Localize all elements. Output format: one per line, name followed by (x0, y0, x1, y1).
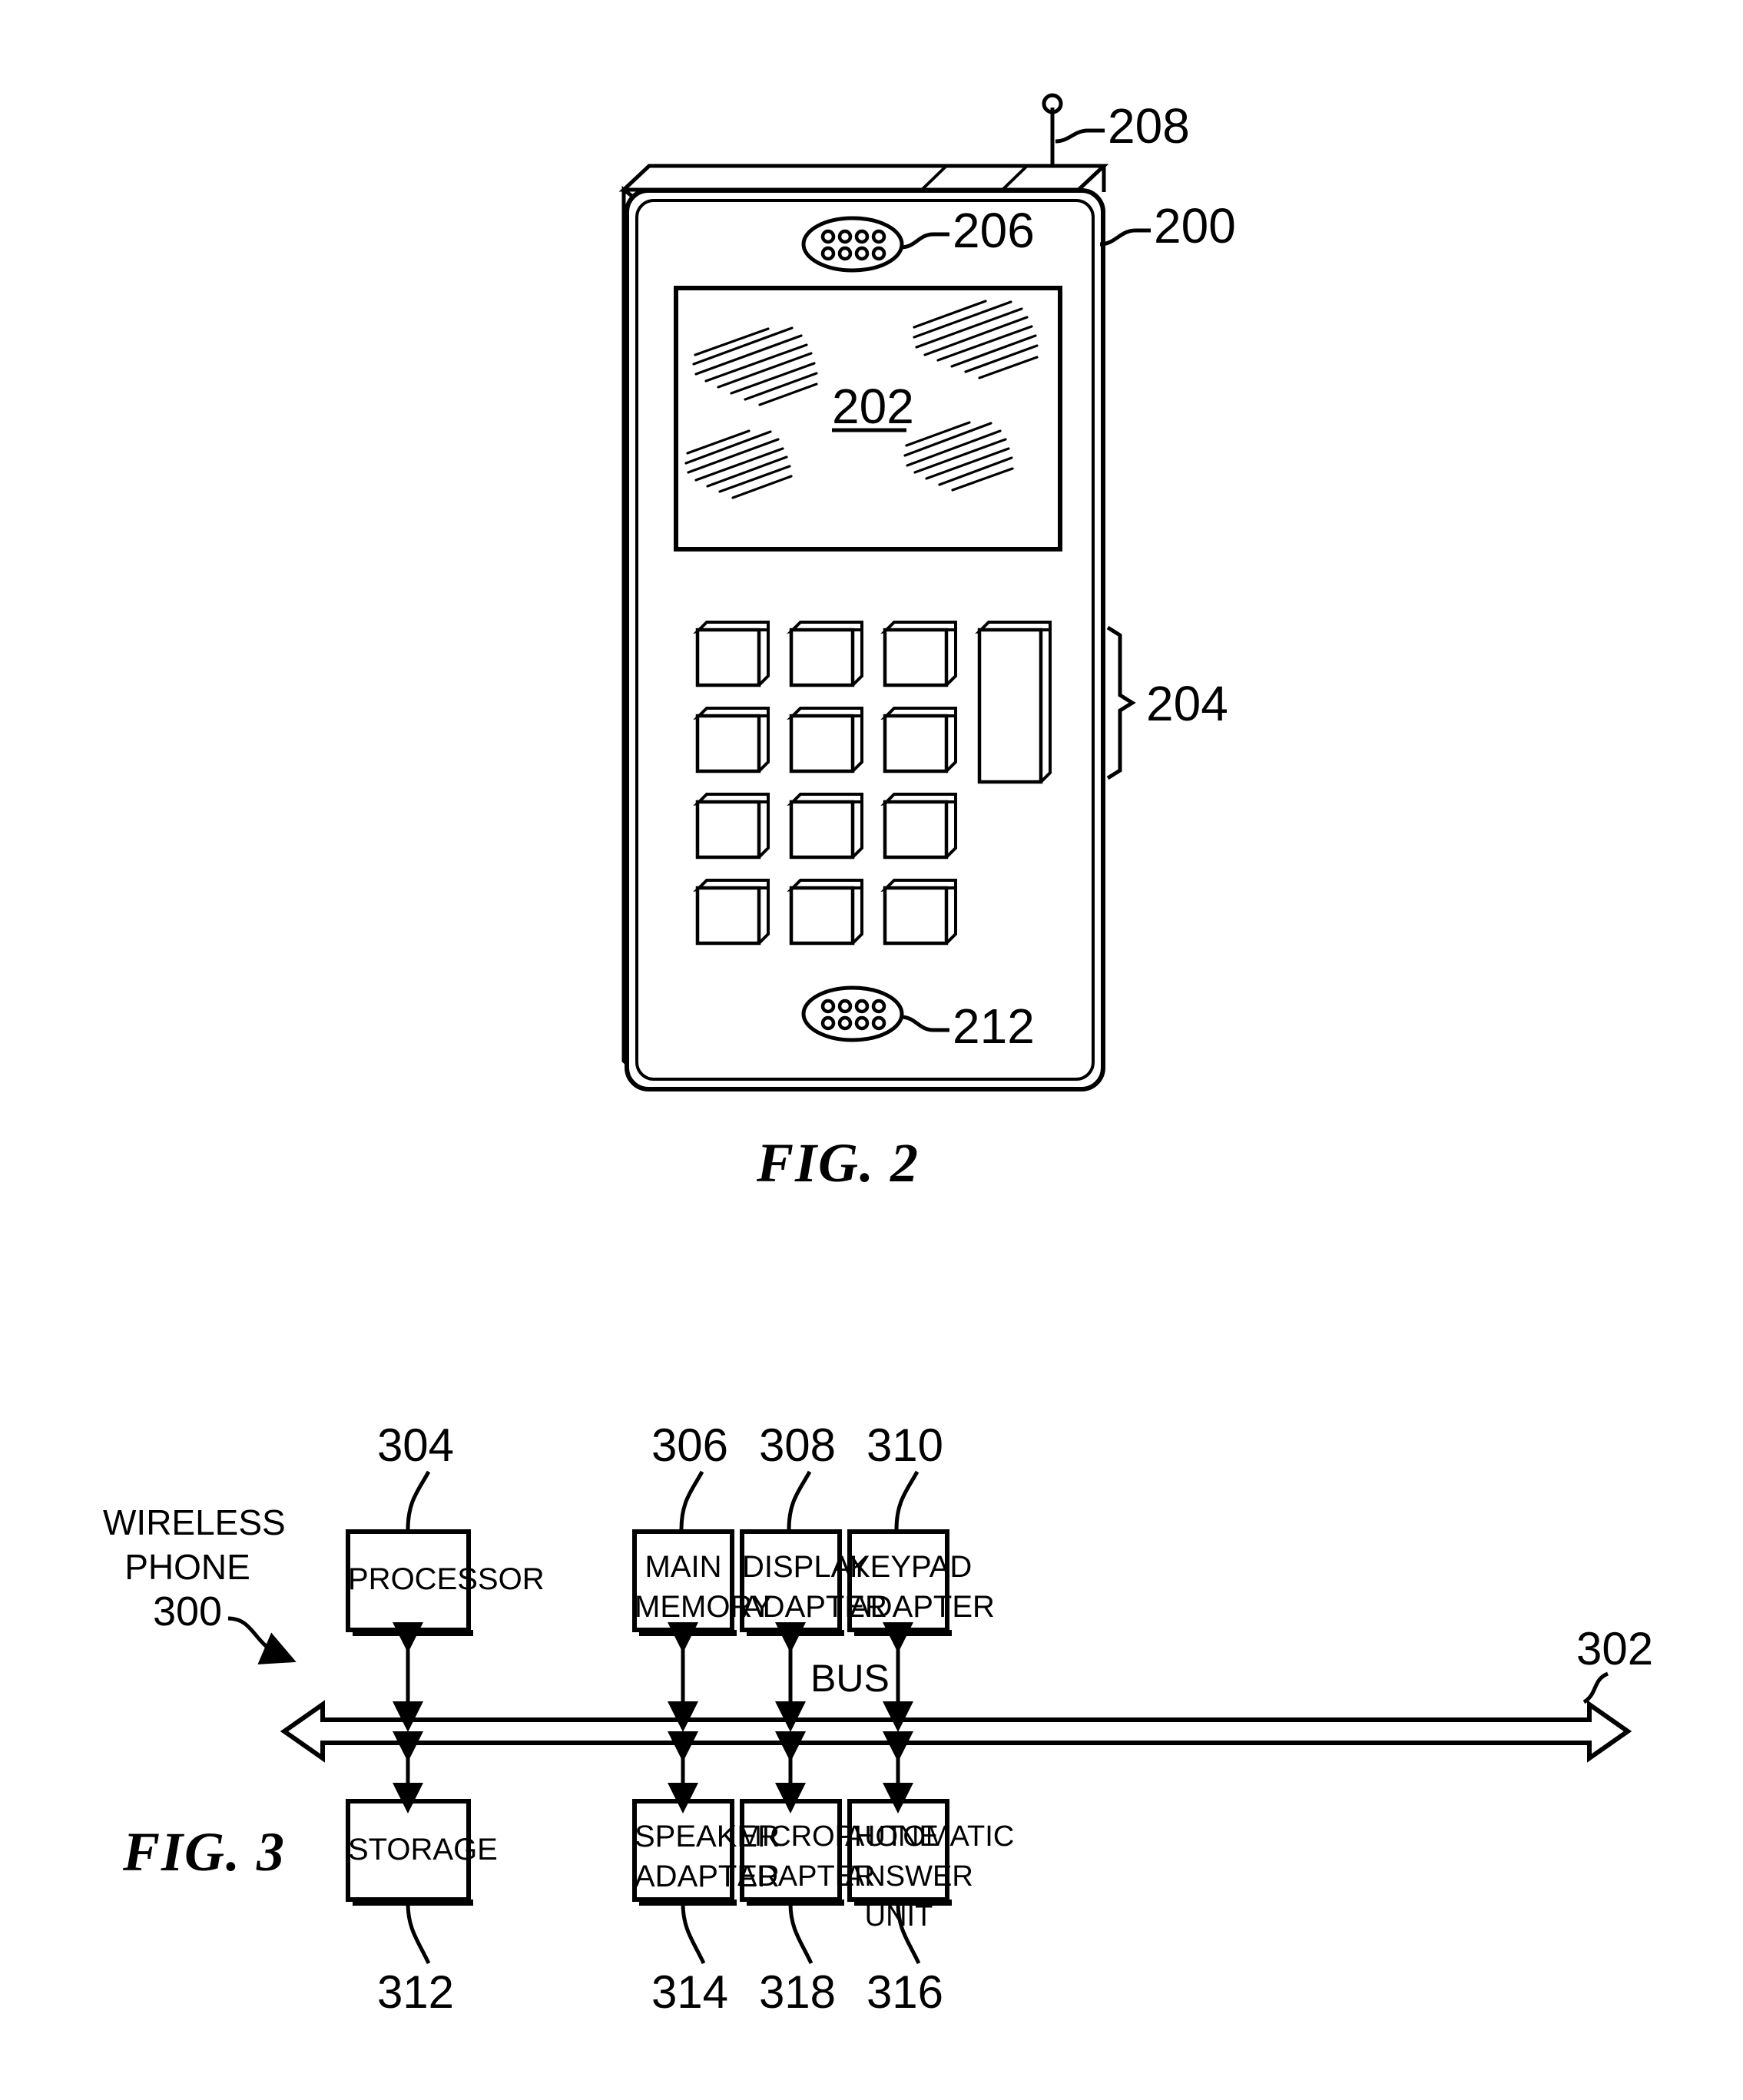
callout-label-200: 200 (1154, 198, 1236, 253)
callout-label-204: 204 (1146, 676, 1228, 731)
key (787, 879, 863, 946)
box-label-processor: PROCESSOR (348, 1562, 545, 1596)
key (880, 621, 957, 687)
bus-302 (280, 1671, 1632, 1763)
callout-label-212: 212 (953, 999, 1035, 1054)
patent-drawing-sheet: 208 200 206 202 204 212 FIG. 2 WIRELESS … (0, 0, 1743, 2100)
box-label-keypad-adapter: KEYPAD ADAPTER (850, 1547, 995, 1627)
key (787, 793, 863, 860)
ref-number-312: 312 (376, 1966, 455, 2018)
ref-number-308: 308 (758, 1419, 837, 1471)
box-label-speaker-adapter: SPEAKER ADAPTER (635, 1817, 780, 1896)
callout-label-208: 208 (1108, 98, 1190, 154)
system-label-wireless: WIRELESS (103, 1502, 286, 1542)
box-label-line: ADAPTER (850, 1590, 995, 1624)
ref-number-318: 318 (758, 1966, 837, 2018)
box-label-line: KEYPAD (850, 1550, 973, 1584)
key (693, 879, 770, 946)
callout-200 (1099, 228, 1151, 247)
key (880, 879, 957, 946)
key (787, 621, 863, 687)
display-label-202: 202 (832, 379, 914, 434)
key (693, 793, 770, 860)
box-label-line: AUTOMATIC (845, 1820, 1015, 1853)
callout-label-206: 206 (953, 203, 1035, 258)
box-label-line: MAIN (645, 1550, 722, 1584)
ref-number-314: 314 (651, 1966, 729, 2018)
figure-2-group (618, 93, 1151, 1091)
ref-number-316: 316 (866, 1966, 944, 2018)
bus-label: BUS (810, 1657, 890, 1700)
system-number-300: 300 (152, 1588, 223, 1635)
box-label-automatic-answer-unit: AUTOMATIC ANSWER UNIT (845, 1817, 1014, 1936)
box-label-storage: STORAGE (348, 1833, 498, 1866)
key (693, 621, 770, 687)
key-tall (975, 621, 1052, 784)
box-label-microphone-adapter: MICROPHONE ADAPTER (737, 1817, 939, 1896)
ref-number-306: 306 (651, 1419, 729, 1471)
drawing-canvas (227, 93, 1632, 1965)
key (880, 793, 957, 860)
ref-number-310: 310 (866, 1419, 944, 1471)
figure-3-caption: FIG. 3 (123, 1821, 287, 1883)
box-label-display-adapter: DISPLAY ADAPTER (742, 1547, 887, 1627)
figure-2-caption: FIG. 2 (757, 1132, 920, 1194)
box-label-main-memory: MAIN MEMORY (635, 1547, 772, 1627)
key (787, 707, 863, 773)
ref-number-302: 302 (1576, 1623, 1654, 1674)
key (880, 707, 957, 773)
ref-number-304: 304 (376, 1419, 455, 1471)
key (693, 707, 770, 773)
system-label-phone: PHONE (124, 1547, 250, 1587)
